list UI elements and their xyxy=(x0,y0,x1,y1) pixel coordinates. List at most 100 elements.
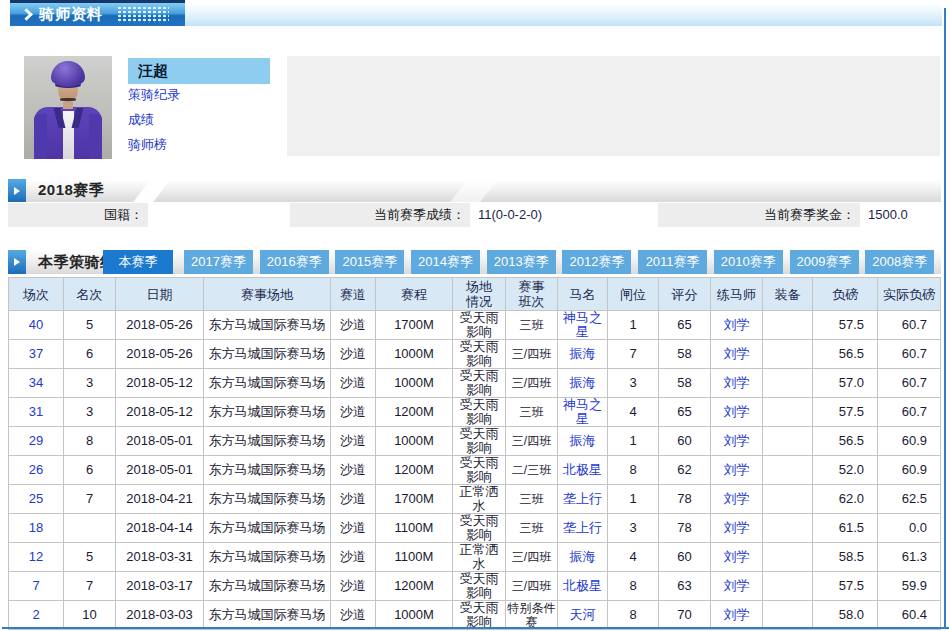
cell-track-condition: 正常洒水 xyxy=(453,485,506,514)
cell-trainer[interactable]: 刘学 xyxy=(711,514,763,543)
tab-season-7[interactable]: 2011赛季 xyxy=(638,250,707,274)
cell-track-type: 沙道 xyxy=(331,398,376,427)
cell-race-date: 2018-05-12 xyxy=(116,369,204,398)
cell-horse-name[interactable]: 垄上行 xyxy=(558,514,608,543)
cell-horse-name[interactable]: 振海 xyxy=(558,543,608,572)
cell-trainer[interactable]: 刘学 xyxy=(711,543,763,572)
cell-track-condition: 受天雨影响 xyxy=(453,427,506,456)
cell-rating: 62 xyxy=(659,456,711,485)
column-header-race-date: 日期 xyxy=(116,278,204,311)
cell-weight: 56.5 xyxy=(813,340,878,369)
cell-gate: 3 xyxy=(608,369,659,398)
cell-race-no[interactable]: 18 xyxy=(9,514,64,543)
cell-horse-name[interactable]: 振海 xyxy=(558,427,608,456)
tab-season-0[interactable]: 本赛季 xyxy=(103,250,173,274)
cell-finish-position: 6 xyxy=(64,340,116,369)
cell-venue: 东方马城国际赛马场 xyxy=(204,601,331,630)
cell-venue: 东方马城国际赛马场 xyxy=(204,369,331,398)
cell-race-class: 三班 xyxy=(506,514,558,543)
profile-info-panel xyxy=(287,56,940,156)
cell-race-class: 三班 xyxy=(506,485,558,514)
tab-season-6[interactable]: 2012赛季 xyxy=(562,250,631,274)
cell-finish-position: 8 xyxy=(64,427,116,456)
cell-race-date: 2018-03-03 xyxy=(116,601,204,630)
cell-horse-name[interactable]: 天河 xyxy=(558,601,608,630)
cell-race-date: 2018-03-17 xyxy=(116,572,204,601)
nationality-value xyxy=(148,203,290,227)
tab-season-10[interactable]: 2008赛季 xyxy=(865,250,934,274)
table-row: 2982018-05-01东方马城国际赛马场沙道1000M受天雨影响三/四班振海… xyxy=(9,427,941,456)
cell-race-date: 2018-03-31 xyxy=(116,543,204,572)
cell-gate: 1 xyxy=(608,427,659,456)
cell-race-no[interactable]: 31 xyxy=(9,398,64,427)
cell-rating: 58 xyxy=(659,340,711,369)
cell-horse-name[interactable]: 振海 xyxy=(558,340,608,369)
cell-horse-name[interactable]: 北极星 xyxy=(558,456,608,485)
cell-track-type: 沙道 xyxy=(331,311,376,340)
cell-race-no[interactable]: 34 xyxy=(9,369,64,398)
cell-finish-position: 3 xyxy=(64,369,116,398)
cell-horse-name[interactable]: 垄上行 xyxy=(558,485,608,514)
cell-track-condition: 受天雨影响 xyxy=(453,369,506,398)
cell-weight: 52.0 xyxy=(813,456,878,485)
link-results[interactable]: 成绩 xyxy=(128,111,154,129)
season-section-title: 2018赛季 xyxy=(38,179,104,202)
section-arrow-icon xyxy=(8,179,26,202)
link-riding-record[interactable]: 策骑纪录 xyxy=(128,86,180,104)
cell-trainer[interactable]: 刘学 xyxy=(711,485,763,514)
cell-weight: 57.5 xyxy=(813,398,878,427)
cell-finish-position: 5 xyxy=(64,311,116,340)
cell-rating: 70 xyxy=(659,601,711,630)
records-section-header: 本季策骑纪录 本赛季2017赛季2016赛季2015赛季2014赛季2013赛季… xyxy=(8,250,941,274)
nationality-label: 国籍： xyxy=(8,203,148,227)
cell-race-no[interactable]: 40 xyxy=(9,311,64,340)
column-header-gate: 闸位 xyxy=(608,278,659,311)
cell-finish-position: 3 xyxy=(64,398,116,427)
cell-trainer[interactable]: 刘学 xyxy=(711,398,763,427)
tab-season-3[interactable]: 2015赛季 xyxy=(335,250,404,274)
cell-gate: 1 xyxy=(608,485,659,514)
cell-race-class: 特别条件赛 xyxy=(506,601,558,630)
records-table: 场次名次日期赛事场地赛道赛程场地 情况赛事 班次马名闸位评分练马师装备负磅实际负… xyxy=(8,277,941,630)
cell-finish-position: 6 xyxy=(64,456,116,485)
cell-horse-name[interactable]: 振海 xyxy=(558,369,608,398)
cell-race-no[interactable]: 2 xyxy=(9,601,64,630)
tab-season-4[interactable]: 2014赛季 xyxy=(411,250,480,274)
records-table-wrap: 场次名次日期赛事场地赛道赛程场地 情况赛事 班次马名闸位评分练马师装备负磅实际负… xyxy=(8,277,941,630)
tab-season-9[interactable]: 2009赛季 xyxy=(790,250,859,274)
cell-weight: 62.0 xyxy=(813,485,878,514)
jockey-name: 汪超 xyxy=(128,58,270,84)
tab-season-8[interactable]: 2010赛季 xyxy=(714,250,783,274)
cell-race-class: 三/四班 xyxy=(506,427,558,456)
cell-actual-weight: 60.9 xyxy=(878,427,941,456)
cell-trainer[interactable]: 刘学 xyxy=(711,572,763,601)
cell-track-type: 沙道 xyxy=(331,340,376,369)
cell-trainer[interactable]: 刘学 xyxy=(711,340,763,369)
cell-horse-name[interactable]: 北极星 xyxy=(558,572,608,601)
cell-trainer[interactable]: 刘学 xyxy=(711,601,763,630)
tab-season-1[interactable]: 2017赛季 xyxy=(184,250,253,274)
cell-race-no[interactable]: 26 xyxy=(9,456,64,485)
photo-arm xyxy=(89,114,102,159)
cell-horse-name[interactable]: 神马之星 xyxy=(558,311,608,340)
cell-race-no[interactable]: 25 xyxy=(9,485,64,514)
cell-distance: 1000M xyxy=(376,427,453,456)
photo-arm xyxy=(34,114,47,159)
cell-horse-name[interactable]: 神马之星 xyxy=(558,398,608,427)
cell-trainer[interactable]: 刘学 xyxy=(711,369,763,398)
cell-equipment xyxy=(763,369,813,398)
cell-trainer[interactable]: 刘学 xyxy=(711,427,763,456)
tab-season-5[interactable]: 2013赛季 xyxy=(487,250,556,274)
cell-race-no[interactable]: 37 xyxy=(9,340,64,369)
cell-trainer[interactable]: 刘学 xyxy=(711,456,763,485)
cell-gate: 3 xyxy=(608,514,659,543)
cell-race-no[interactable]: 7 xyxy=(9,572,64,601)
link-jockey-ranking[interactable]: 骑师榜 xyxy=(128,136,167,154)
cell-weight: 58.5 xyxy=(813,543,878,572)
cell-trainer[interactable]: 刘学 xyxy=(711,311,763,340)
cell-equipment xyxy=(763,485,813,514)
cell-race-no[interactable]: 29 xyxy=(9,427,64,456)
tab-season-2[interactable]: 2016赛季 xyxy=(260,250,329,274)
cell-race-no[interactable]: 12 xyxy=(9,543,64,572)
table-row: 772018-03-17东方马城国际赛马场沙道1200M受天雨影响三/四班北极星… xyxy=(9,572,941,601)
